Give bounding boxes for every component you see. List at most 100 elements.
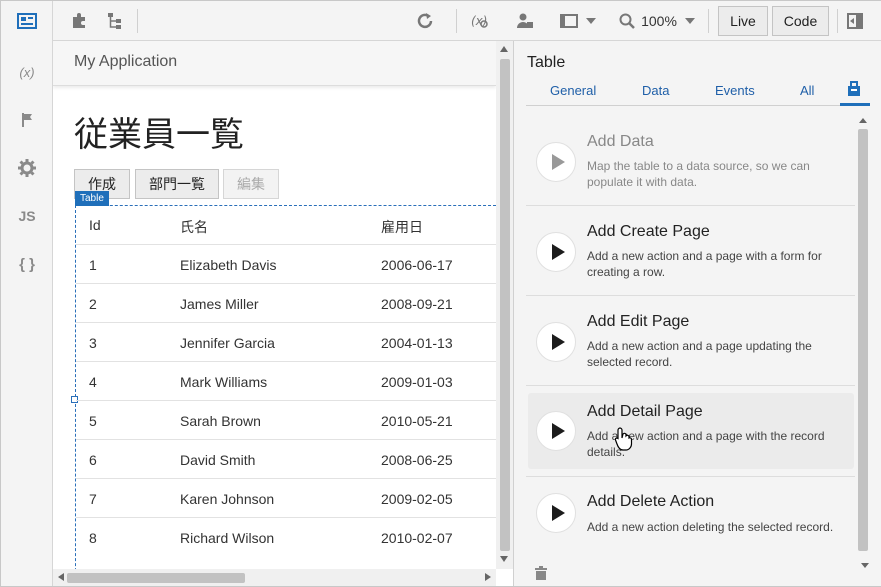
actions-list: Add Data Map the table to a data source,… <box>526 116 855 586</box>
column-header-hire-date[interactable]: 雇用日 <box>381 217 423 237</box>
toolbar-divider <box>137 9 138 33</box>
scroll-down-icon[interactable] <box>500 556 508 562</box>
cell-name: Mark Williams <box>180 374 268 390</box>
live-button[interactable]: Live <box>718 6 768 36</box>
action-description: Add a new action and a page with a form … <box>587 249 822 279</box>
panel-title: Table <box>527 54 566 71</box>
column-header-name[interactable]: 氏名 <box>180 217 208 237</box>
action-add-detail-page[interactable]: Add Detail Page Add a new action and a p… <box>528 393 854 469</box>
action-add-create-page[interactable]: Add Create Page Add a new action and a p… <box>526 206 855 296</box>
toolbar-divider <box>837 9 838 33</box>
chevron-down-icon <box>684 18 695 24</box>
tab-events[interactable]: Events <box>715 83 755 98</box>
cell-id: 3 <box>89 335 97 351</box>
variable-icon[interactable]: (x) <box>1 57 53 87</box>
table-row[interactable]: 5 Sarah Brown 2010-05-21 <box>76 400 496 439</box>
cell-name: David Smith <box>180 452 256 468</box>
tab-data[interactable]: Data <box>642 83 669 98</box>
tab-divider <box>526 105 870 106</box>
javascript-icon[interactable]: JS <box>1 201 53 231</box>
page-title: 従業員一覧 <box>74 115 244 155</box>
device-select[interactable] <box>558 1 598 41</box>
properties-panel: Table General Data Events All Add Data M… <box>513 41 881 586</box>
zoom-select[interactable]: 100% <box>618 1 696 41</box>
departments-button[interactable]: 部門一覧 <box>135 169 219 199</box>
action-add-edit-page[interactable]: Add Edit Page Add a new action and a pag… <box>526 296 855 386</box>
user-access-icon[interactable] <box>513 1 537 41</box>
gear-icon[interactable] <box>1 153 53 183</box>
cell-hire-date: 2009-02-05 <box>381 491 453 507</box>
scroll-up-icon[interactable] <box>859 118 867 123</box>
quick-actions-icon[interactable] <box>847 81 861 100</box>
cell-id: 7 <box>89 491 97 507</box>
puzzle-icon[interactable] <box>67 1 91 41</box>
table-row[interactable]: 2 James Miller 2008-09-21 <box>76 283 496 322</box>
scroll-up-icon[interactable] <box>500 46 508 52</box>
zoom-value: 100% <box>641 13 677 29</box>
variable-target-icon[interactable]: (x) <box>467 1 493 41</box>
toolbar-divider <box>708 9 709 33</box>
cell-name: Sarah Brown <box>180 413 261 429</box>
trash-icon[interactable] <box>534 566 548 585</box>
chevron-down-icon <box>586 18 596 24</box>
table-tag[interactable]: Table <box>75 191 109 206</box>
scroll-thumb[interactable] <box>67 573 245 583</box>
cell-id: 4 <box>89 374 97 390</box>
table-row[interactable]: 1 Elizabeth Davis 2006-06-17 <box>76 244 496 283</box>
cell-hire-date: 2009-01-03 <box>381 374 453 390</box>
toolbar-divider <box>456 9 457 33</box>
table-row[interactable]: 4 Mark Williams 2009-01-03 <box>76 361 496 400</box>
table-row[interactable]: 6 David Smith 2008-06-25 <box>76 439 496 478</box>
scroll-thumb[interactable] <box>500 59 510 551</box>
action-title: Add Create Page <box>587 223 710 240</box>
cell-name: Karen Johnson <box>180 491 275 507</box>
cell-id: 5 <box>89 413 97 429</box>
layout-icon[interactable] <box>1 6 53 36</box>
cell-name: Richard Wilson <box>180 530 275 546</box>
scroll-down-icon[interactable] <box>861 563 869 568</box>
action-add-data[interactable]: Add Data Map the table to a data source,… <box>526 116 855 206</box>
play-icon <box>536 493 576 533</box>
action-description: Add a new action and a page updating the… <box>587 339 812 369</box>
table-row[interactable]: 8 Richard Wilson 2010-02-07 <box>76 517 496 556</box>
cell-hire-date: 2008-09-21 <box>381 296 453 312</box>
hierarchy-icon[interactable] <box>103 1 127 41</box>
code-button[interactable]: Code <box>772 6 829 36</box>
action-title: Add Detail Page <box>587 403 703 420</box>
search-icon <box>619 13 635 29</box>
left-rail: (x) JS { } <box>1 1 53 586</box>
table-row[interactable]: 3 Jennifer Garcia 2004-01-13 <box>76 322 496 361</box>
cell-name: Jennifer Garcia <box>180 335 275 351</box>
panel-vertical-scrollbar[interactable] <box>855 114 870 554</box>
tab-general[interactable]: General <box>550 83 596 98</box>
flag-icon[interactable] <box>1 105 53 135</box>
action-title: Add Data <box>587 133 654 150</box>
cell-id: 1 <box>89 257 97 273</box>
braces-icon[interactable]: { } <box>1 249 53 279</box>
app-title: My Application <box>74 53 178 70</box>
scroll-right-icon[interactable] <box>485 573 491 581</box>
play-icon <box>536 142 576 182</box>
action-description: Map the table to a data source, so we ca… <box>587 159 810 189</box>
cell-name: Elizabeth Davis <box>180 257 277 273</box>
cell-id: 8 <box>89 530 97 546</box>
refresh-icon[interactable] <box>413 1 437 41</box>
action-add-delete-action[interactable]: Add Delete Action Add a new action delet… <box>526 476 855 566</box>
design-canvas: My Application 従業員一覧 作成 部門一覧 編集 Table Id… <box>53 41 513 586</box>
column-header-id[interactable]: Id <box>89 217 101 233</box>
table-row[interactable]: 7 Karen Johnson 2009-02-05 <box>76 478 496 517</box>
cell-hire-date: 2010-05-21 <box>381 413 453 429</box>
cell-name: James Miller <box>180 296 259 312</box>
play-icon <box>536 411 576 451</box>
panel-toggle-icon[interactable] <box>843 1 867 41</box>
action-description: Add a new action deleting the selected r… <box>587 520 834 534</box>
app-window: (x) JS { } (x) 100% Live Code My Applica… <box>0 0 881 587</box>
cell-id: 2 <box>89 296 97 312</box>
edit-button[interactable]: 編集 <box>223 169 279 199</box>
action-title: Add Delete Action <box>587 493 715 510</box>
tab-all[interactable]: All <box>800 83 814 98</box>
canvas-horizontal-scrollbar[interactable] <box>53 569 496 586</box>
scroll-left-icon[interactable] <box>58 573 64 581</box>
canvas-vertical-scrollbar[interactable] <box>496 41 513 569</box>
scroll-thumb[interactable] <box>858 129 868 551</box>
